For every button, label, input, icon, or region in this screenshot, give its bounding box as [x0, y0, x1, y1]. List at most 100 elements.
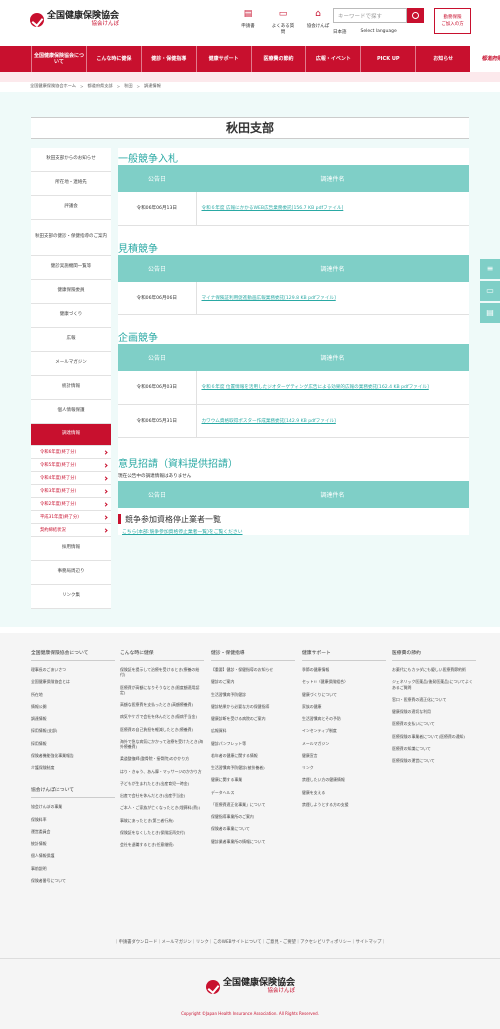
sidebar-item-address[interactable]: 所在地・連絡先 — [31, 172, 111, 196]
forms-link[interactable]: ▤ 申請書 — [236, 10, 260, 35]
row-link[interactable]: 令和６年度 広報にかかるWEB広告業務委託[156.7 KB pdfファイル] — [196, 192, 469, 226]
footer-link[interactable]: 個人情報保護 — [31, 853, 115, 858]
footer-link[interactable]: 医療費の知識について — [392, 746, 476, 751]
nav-cost-saving[interactable]: 医療費の節約 — [250, 46, 306, 72]
sidebar-item-links[interactable]: リンク集 — [31, 585, 111, 609]
nav-news[interactable]: お知らせ — [415, 46, 470, 72]
footer-link[interactable]: 家族の健康 — [302, 704, 386, 709]
sidebar-item-checkup-guide[interactable]: 秋田支部の健診・保健指導のご案内 — [31, 220, 111, 256]
document-icon[interactable]: ▤ — [480, 303, 500, 323]
footer-link[interactable]: 禁煙しようとする方の支援 — [302, 802, 386, 807]
footer-link[interactable]: お薬代にもカラダにも優しい医療費節約術 — [392, 667, 476, 672]
footer-link[interactable]: 理事長のごあいさつ — [31, 667, 115, 672]
footer-link[interactable]: 生活習慣病予防健診 — [211, 692, 295, 697]
footer-link[interactable]: 会社を退職するとき(任意継続) — [120, 842, 204, 847]
footer-link[interactable]: 所在地 — [31, 692, 115, 697]
sidebar-sub-r6[interactable]: 令和6年度(終了分) — [31, 446, 111, 459]
sidebar-item-committee[interactable]: 健康保険委員 — [31, 280, 111, 304]
nav-health-support[interactable]: 健康サポート — [195, 46, 251, 72]
nav-pickup[interactable]: PICK UP — [360, 46, 415, 72]
footer-link[interactable]: 海外で急な病気にかかって治療を受けたとき(海外療養費) — [120, 739, 204, 750]
footer-link[interactable]: インセンティブ制度 — [302, 728, 386, 733]
footer-link[interactable]: 保険料率 — [31, 817, 115, 822]
sidebar-item-office[interactable]: 事務局周辺り — [31, 561, 111, 585]
nav-about[interactable]: 全国健康保険協会について — [31, 46, 86, 72]
footer-link[interactable]: 若年者の健康に関する情報 — [211, 753, 295, 758]
footer-link[interactable]: 健康宣言 — [302, 753, 386, 758]
row-link[interactable]: 令和６年度 位置情報を活用したジオターゲティング広告による効果的広報の業務委託[… — [196, 371, 469, 405]
sidebar-item-health[interactable]: 健康づくり — [31, 304, 111, 328]
sidebar-sub-contracts[interactable]: 契約締結状況 — [31, 524, 111, 537]
footer-link[interactable]: 健康を支える — [302, 790, 386, 795]
footer-link[interactable]: 健診結果から必要な方の保健指導 — [211, 704, 295, 709]
footer-link[interactable]: 生活習慣病予防健診(被扶養者) — [211, 765, 295, 770]
breadcrumb-akita[interactable]: 秋田 — [124, 83, 132, 89]
breadcrumb-branches[interactable]: 都道府県支部 — [87, 83, 112, 89]
footer-link[interactable]: 健診のご案内 — [211, 679, 295, 684]
footer-link[interactable]: メールマガジン — [302, 741, 386, 746]
suspended-vendors-link[interactable]: こちら(本部:競争参加資格停止業者一覧)をご覧ください — [122, 528, 469, 535]
sidebar-item-mail[interactable]: メールマガジン — [31, 352, 111, 376]
sidebar-item-recruit[interactable]: 採用情報 — [31, 537, 111, 561]
footer-link[interactable]: 医療費が高額になりそうなとき(限度額適用認定) — [120, 685, 204, 696]
sidebar-item-privacy[interactable]: 個人情報保護 — [31, 400, 111, 424]
footer-link[interactable]: 健康づくりについて — [302, 692, 386, 697]
language-select[interactable]: Select language — [361, 29, 397, 35]
footer-link[interactable]: 調達情報 — [31, 716, 115, 721]
sidebar-item-council[interactable]: 評議会 — [31, 196, 111, 220]
footer-link[interactable]: はり・きゅう、あん摩・マッサージのかかり方 — [120, 769, 204, 774]
footer-link[interactable]: リンク — [302, 765, 386, 770]
breadcrumb-home[interactable]: 全国健康保険協会ホーム — [30, 83, 76, 89]
footer-link[interactable]: 季節の健康情報 — [302, 667, 386, 672]
footer-link[interactable]: 【重要】健診・保健指導のお知らせ — [211, 667, 295, 672]
sidebar-item-news[interactable]: 秋田支部からのお知らせ — [31, 148, 111, 172]
footer-link[interactable]: 介護保険制度 — [31, 765, 115, 770]
footer-link[interactable]: 柔道整復師(整骨院・接骨院)のかかり方 — [120, 756, 204, 761]
footer-link[interactable]: 医療保険の事業者について(医療費の通知) — [392, 734, 476, 739]
footer-link[interactable]: 健康に関する事業 — [211, 777, 295, 782]
footer-link[interactable]: 健康保険の適切な利用 — [392, 709, 476, 714]
footer-link[interactable]: 事故にあったとき(第三者行為) — [120, 818, 204, 823]
footer-link[interactable]: 事前説明 — [31, 866, 115, 871]
site-logo[interactable]: 全国健康保険協会 協会けんぽ — [30, 12, 119, 28]
search-input[interactable]: キーワードで探す — [333, 8, 407, 23]
nav-pr-events[interactable]: 広報・イベント — [305, 46, 360, 72]
footer-link[interactable]: 健診パンフレット等 — [211, 741, 295, 746]
footer-link[interactable]: 保険者番号について — [31, 878, 115, 883]
footer-link[interactable]: 統計情報 — [31, 841, 115, 846]
footer-link[interactable]: 医療費の支払いについて — [392, 721, 476, 726]
footer-link[interactable]: 高額な医療費を支払ったとき(高額療養費) — [120, 702, 204, 707]
footer-bottom-links[interactable]: ｜申請書ダウンロード｜メールマガジン｜リンク｜このWEBサイトについて｜ご意見・… — [0, 939, 500, 945]
footer-link[interactable]: 医療費の自己負担を軽減したとき(療養費) — [120, 727, 204, 732]
footer-link[interactable]: 子どもが生まれたとき(出産育児一時金) — [120, 781, 204, 786]
language-current[interactable]: 日本語 — [333, 29, 347, 35]
sidebar-item-stats[interactable]: 統計情報 — [31, 376, 111, 400]
nav-branches[interactable]: 都道府県支部 — [470, 46, 500, 72]
nav-when[interactable]: こんな時に健保 — [85, 46, 141, 72]
footer-link[interactable]: 保健指導事業所のご案内 — [211, 814, 295, 819]
footer-link[interactable]: 情報公開 — [31, 704, 115, 709]
footer-link[interactable]: 保険証を提示して治療を受けるとき(療養の給付) — [120, 667, 204, 678]
chat-icon[interactable]: ▭ — [480, 281, 500, 301]
row-link[interactable]: マイナ保険証利用促進動画広報業務委託[129.8 KB pdfファイル] — [196, 281, 469, 315]
footer-link[interactable]: 健康診断を受ける病院のご案内 — [211, 716, 295, 721]
faq-link[interactable]: ▭ よくある質問 — [271, 10, 295, 36]
sidebar-sub-r3[interactable]: 令和3年度(終了分) — [31, 485, 111, 498]
search-icon[interactable] — [407, 8, 424, 23]
sidebar-item-procurement[interactable]: 調達情報 — [31, 424, 111, 446]
footer-link[interactable]: ご本人・ご家族が亡くなったとき(埋葬料(費)) — [120, 805, 204, 810]
association-link[interactable]: ⌂ 協会けんぽ — [306, 10, 330, 35]
sidebar-sub-r5[interactable]: 令和5年度(終了分) — [31, 459, 111, 472]
footer-link[interactable]: 採用情報 — [31, 741, 115, 746]
sidebar-sub-r4[interactable]: 令和4年度(終了分) — [31, 472, 111, 485]
row-link[interactable]: カワウム資格取得ポスター作成業務委託[142.9 KB pdfファイル] — [196, 404, 469, 438]
footer-link[interactable]: 広報資料 — [211, 728, 295, 733]
sidebar-sub-r2[interactable]: 令和2年度(終了分) — [31, 498, 111, 511]
footer-link[interactable]: データヘルス — [211, 790, 295, 795]
join-info-button[interactable]: 勤務保険 ご加入の方 — [434, 8, 471, 34]
nav-checkup[interactable]: 健診・保健指導 — [140, 46, 196, 72]
footer-link[interactable]: 保険者機能強化事業報告 — [31, 753, 115, 758]
footer-link[interactable]: 医療保険の運営について — [392, 758, 476, 763]
footer-link[interactable]: 生活習慣病とその予防 — [302, 716, 386, 721]
footer-logo[interactable]: 全国健康保険協会 協会けんぽ — [206, 979, 295, 995]
